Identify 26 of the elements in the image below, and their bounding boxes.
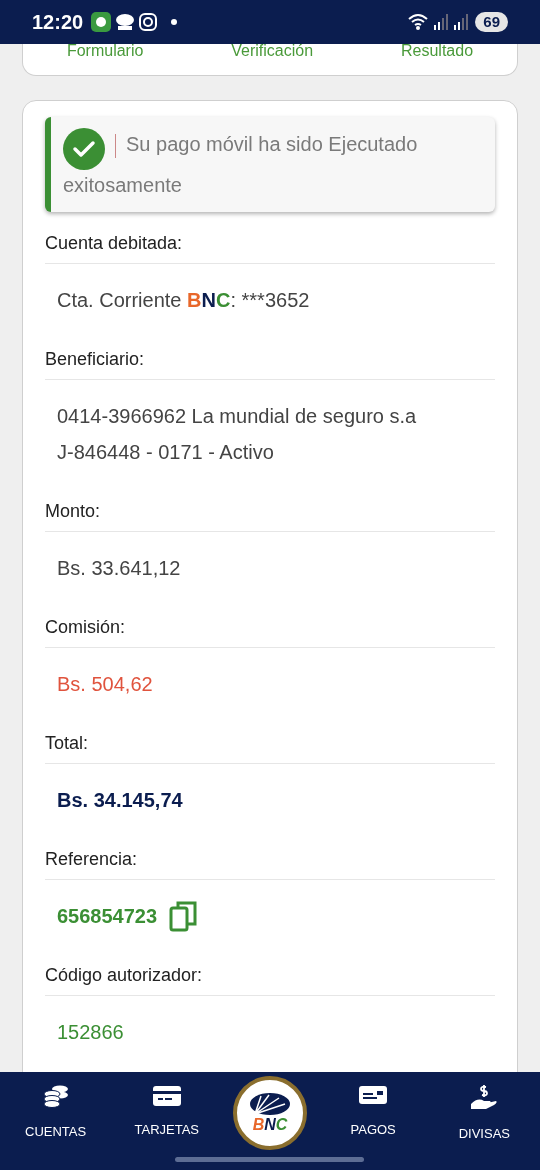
field-value: 0414-3966962 La mundial de seguro s.a <box>57 404 417 429</box>
nav-tab[interactable]: TARJETAS <box>121 1082 212 1140</box>
field-value: 656854723 <box>57 904 158 929</box>
field-label: Total: <box>45 730 495 764</box>
battery-indicator: 69 <box>475 12 508 32</box>
nav-tab[interactable]: DIVISAS <box>439 1082 530 1144</box>
field-label: Monto: <box>45 498 495 532</box>
step-label: Verificación <box>231 44 314 58</box>
nav-tab[interactable]: PAGOS <box>328 1082 419 1140</box>
nav-tab[interactable]: CUENTAS <box>10 1082 101 1142</box>
field-label: Cuenta debitada: <box>45 230 495 264</box>
field-value: J-846448 - 0171 - Activo <box>57 440 274 465</box>
step-label: Formulario <box>66 44 144 58</box>
field-label: Código autorizador: <box>45 962 495 996</box>
field-label: Comisión: <box>45 614 495 648</box>
step-label: Resultado <box>401 44 474 58</box>
field-label: Beneficiario: <box>45 346 495 380</box>
field-label: Referencia: <box>45 846 495 880</box>
field-value: 152866 <box>57 1020 124 1045</box>
bnc-logo-button[interactable]: BNC <box>232 1076 307 1150</box>
field-value: Bs. 34.145,74 <box>57 788 183 813</box>
field-value: Cta. Corriente BNC: ***3652 <box>57 288 311 313</box>
alert-message: Su pago móvil ha sido Ejecutado exitosamente <box>63 129 485 200</box>
field-value: Bs. 504,62 <box>57 672 153 697</box>
field-value: Bs. 33.641,12 <box>57 556 181 581</box>
clock: 12:20 <box>32 10 84 35</box>
